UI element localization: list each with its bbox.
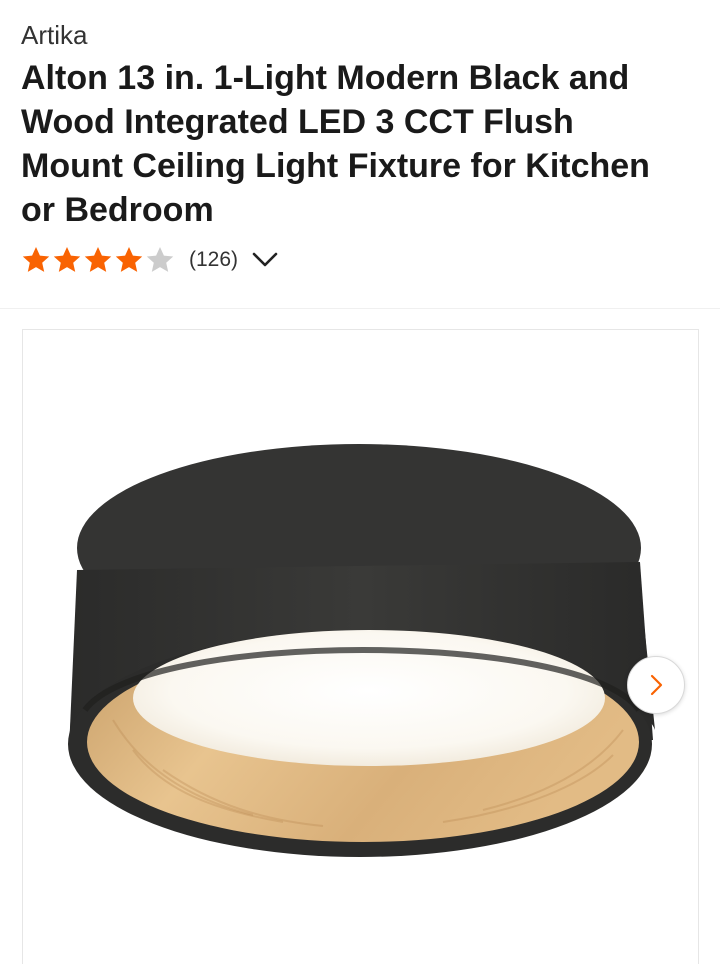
- star-filled-icon: [84, 247, 112, 272]
- star-filled-icon: [22, 247, 50, 272]
- gallery-next-button[interactable]: [627, 656, 685, 714]
- star-rating: [21, 245, 175, 275]
- product-title: Alton 13 in. 1-Light Modern Black and Wo…: [21, 59, 650, 229]
- rating-summary[interactable]: (126): [21, 240, 280, 280]
- chevron-right-icon: [650, 674, 663, 696]
- product-image-gallery[interactable]: [22, 329, 699, 964]
- chevron-down-icon[interactable]: [250, 245, 280, 275]
- star-empty-icon: [146, 247, 174, 272]
- review-count[interactable]: (126): [189, 245, 238, 275]
- star-filled-icon: [53, 247, 81, 272]
- product-page: Artika Alton 13 in. 1-Light Modern Black…: [0, 0, 720, 964]
- product-image: [68, 444, 655, 857]
- brand-link[interactable]: Artika: [21, 18, 87, 52]
- section-divider: [0, 308, 720, 309]
- star-filled-icon: [115, 247, 143, 272]
